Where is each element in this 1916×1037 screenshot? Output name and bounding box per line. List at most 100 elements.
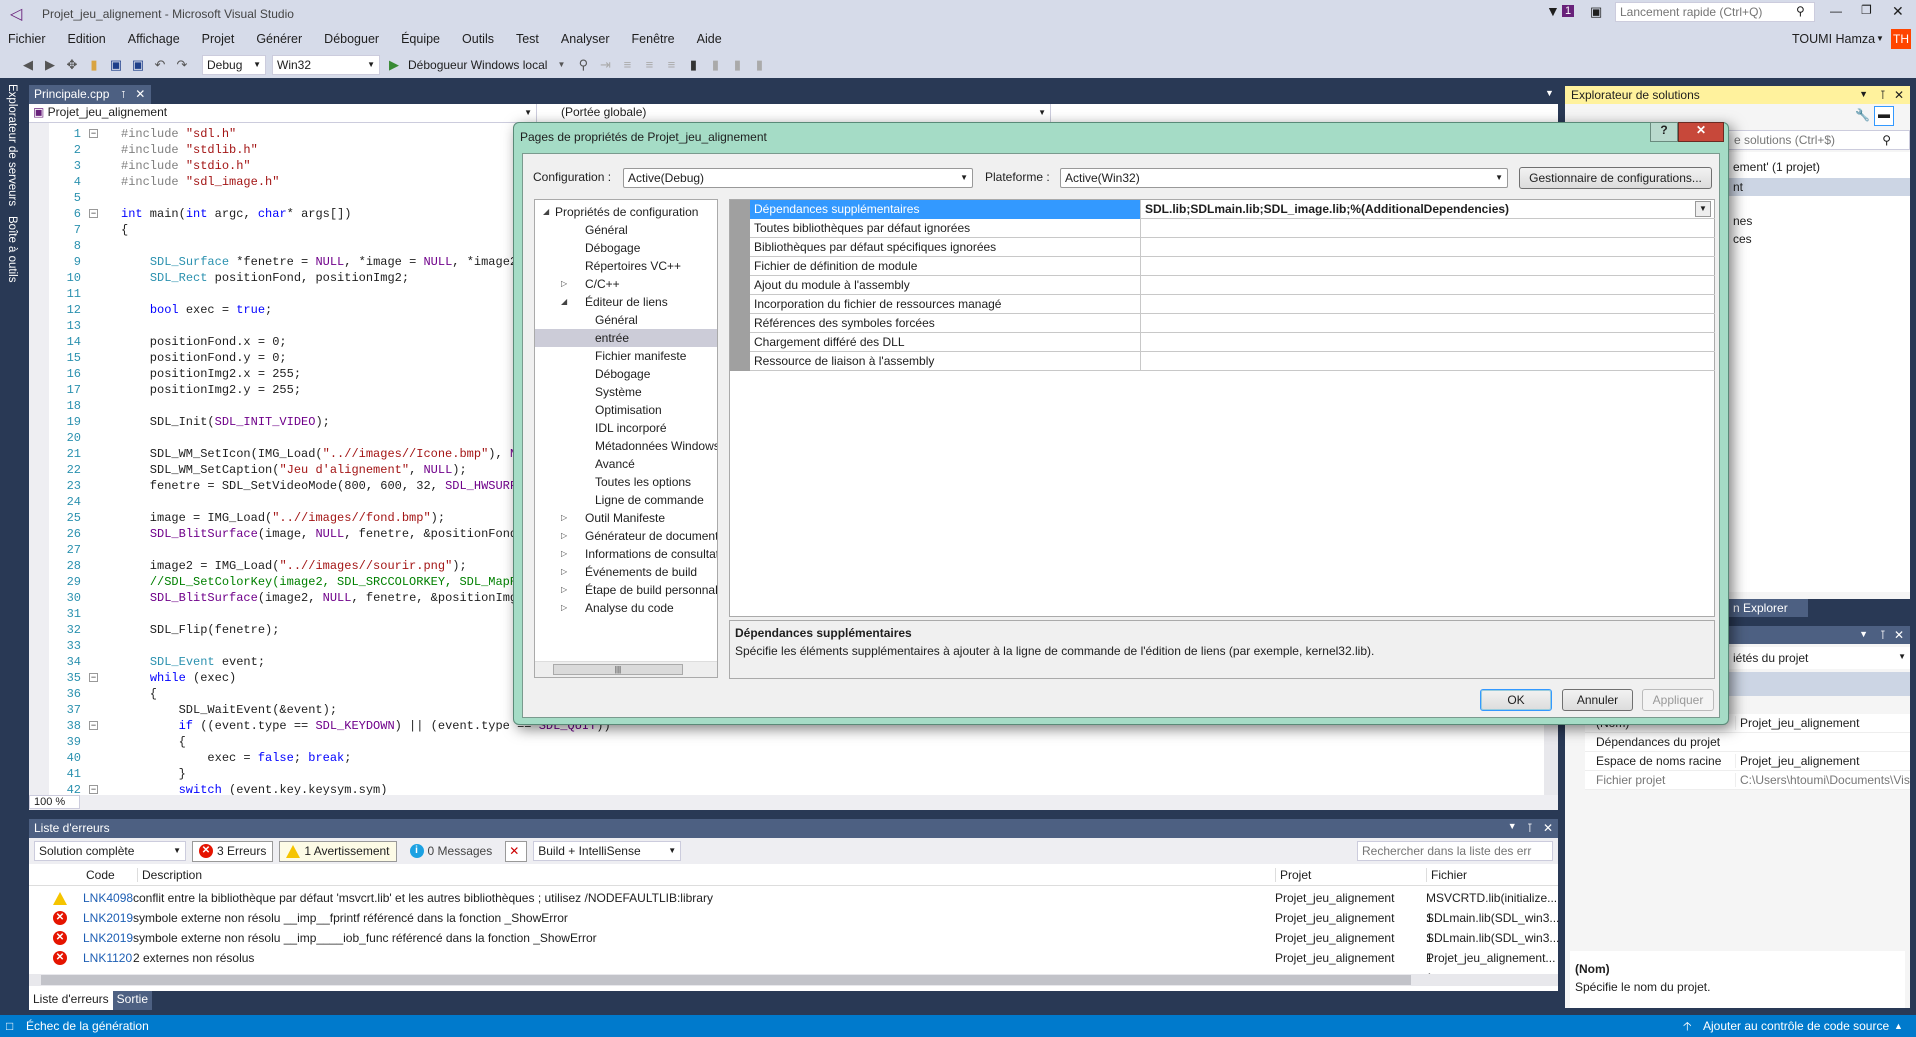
notification-filter-icon[interactable]: ▼ — [1546, 3, 1560, 19]
property-grid-row[interactable]: Dépendances supplémentaires SDL.lib;SDLma… — [750, 200, 1715, 219]
feedback-icon[interactable]: ▣ — [1590, 4, 1602, 20]
pin-icon[interactable]: ⊺ — [1527, 821, 1533, 835]
property-grid-row[interactable]: Références des symboles forcées — [750, 314, 1715, 333]
menu-edition[interactable]: Edition — [68, 32, 106, 46]
save-all-icon[interactable]: ▣ — [130, 57, 146, 73]
tree-item[interactable]: Optimisation — [535, 401, 717, 419]
menu-fichier[interactable]: Fichier — [8, 32, 46, 46]
avatar[interactable]: TH — [1891, 29, 1911, 49]
menu-fenetre[interactable]: Fenêtre — [632, 32, 675, 46]
property-grid-row[interactable]: Bibliothèques par défaut spécifiques ign… — [750, 238, 1715, 257]
minimize-button[interactable]: — — [1830, 4, 1842, 18]
menu-generer[interactable]: Générer — [256, 32, 302, 46]
collapse-icon[interactable]: − — [89, 209, 98, 218]
pin-icon[interactable]: ⊺ — [1880, 88, 1886, 102]
property-grid-row[interactable]: Chargement différé des DLL — [750, 333, 1715, 352]
new-project-icon[interactable]: ✥ — [64, 57, 80, 73]
tree-item[interactable]: Métadonnées Windows — [535, 437, 717, 455]
error-row[interactable]: LNK4098 conflit entre la bibliothèque par… — [29, 888, 1558, 925]
step-icon[interactable]: ⇥ — [597, 57, 613, 73]
error-row[interactable]: ✕ LNK2019 symbole externe non résolu __imp… — [29, 908, 1559, 945]
chevron-up-icon[interactable]: ▲ — [1894, 1015, 1903, 1037]
menu-test[interactable]: Test — [516, 32, 539, 46]
tree-item[interactable]: ement' (1 projet) — [1733, 160, 1820, 174]
error-search-input[interactable] — [1357, 841, 1553, 861]
tab-overflow-icon[interactable]: ▼ — [1545, 88, 1554, 98]
config-select[interactable]: Debug ▼ — [202, 54, 266, 75]
tab-solution-explorer[interactable]: n Explorer — [1718, 599, 1808, 617]
messages-filter-button[interactable]: i0 Messages — [403, 841, 500, 862]
errors-filter-button[interactable]: ✕ 3 Erreurs — [192, 840, 274, 862]
tree-item[interactable]: ▷ Analyse du code — [535, 599, 717, 617]
collapsed-arrow-icon[interactable]: ▷ — [561, 581, 567, 599]
apply-button[interactable]: Appliquer — [1642, 689, 1714, 711]
undo-icon[interactable]: ↶ — [152, 57, 168, 73]
menu-outils[interactable]: Outils — [462, 32, 494, 46]
dropdown-icon[interactable]: ▼ — [1859, 629, 1868, 639]
dropdown-icon[interactable]: ▼ — [1508, 821, 1517, 831]
error-code-link[interactable]: LNK2019 — [83, 928, 133, 948]
property-row[interactable]: Espace de noms racine Projet_jeu_aligneme… — [1585, 752, 1910, 771]
menu-deboguer[interactable]: Déboguer — [324, 32, 379, 46]
open-icon[interactable]: ▮ — [86, 57, 102, 73]
menu-analyser[interactable]: Analyser — [561, 32, 610, 46]
collapse-icon[interactable]: − — [89, 721, 98, 730]
cancel-button[interactable]: Annuler — [1562, 689, 1633, 711]
forward-icon[interactable]: ▶ — [42, 57, 58, 73]
start-debugger-button[interactable]: Débogueur Windows local — [408, 58, 547, 72]
source-select[interactable]: Build + IntelliSense ▼ — [533, 841, 682, 861]
property-grid-row[interactable]: Incorporation du fichier de ressources m… — [750, 295, 1715, 314]
tab-principale-cpp[interactable]: Principale.cpp ⊺ ✕ — [29, 85, 151, 104]
help-button[interactable]: ? — [1650, 122, 1678, 142]
prev-bookmark-icon[interactable]: ▮ — [707, 57, 723, 73]
tree-item[interactable]: Général — [535, 221, 717, 239]
tab-error-list[interactable]: Liste d'erreurs — [29, 991, 113, 1010]
collapsed-arrow-icon[interactable]: ▷ — [561, 275, 567, 293]
dropdown-icon[interactable]: ▼ — [1859, 89, 1868, 99]
tree-item[interactable]: IDL incorporé — [535, 419, 717, 437]
tree-item[interactable]: Ligne de commande — [535, 491, 717, 509]
tree-item[interactable]: Débogage — [535, 365, 717, 383]
source-control-button[interactable]: Ajouter au contrôle de code source — [1703, 1015, 1889, 1037]
tree-item[interactable]: ◢ Propriétés de configuration — [535, 203, 717, 221]
restore-button[interactable]: ❐ — [1861, 3, 1872, 17]
property-grid-row[interactable]: Ressource de liaison à l'assembly — [750, 352, 1715, 371]
notification-badge[interactable]: 1 — [1562, 5, 1575, 17]
configuration-select[interactable]: Active(Debug) ▼ — [623, 168, 973, 188]
ok-button[interactable]: OK — [1480, 689, 1552, 711]
indent-icon[interactable]: ≡ — [619, 57, 635, 73]
expanded-arrow-icon[interactable]: ◢ — [561, 293, 567, 311]
back-icon[interactable]: ◀ — [20, 57, 36, 73]
column-file[interactable]: Fichier — [1426, 868, 1467, 882]
tree-item[interactable]: ▷Informations de consultation — [535, 545, 717, 563]
tree-item[interactable]: ▷Générateur de document XML — [535, 527, 717, 545]
column-description[interactable]: Description — [137, 868, 202, 882]
close-icon[interactable]: ✕ — [1543, 821, 1553, 835]
collapsed-arrow-icon[interactable]: ▷ — [561, 527, 567, 545]
zoom-level-select[interactable]: 100 % — [29, 795, 81, 809]
tree-item[interactable]: ◢ Éditeur de liens — [535, 293, 717, 311]
configuration-manager-button[interactable]: Gestionnaire de configurations... — [1519, 167, 1712, 189]
close-icon[interactable]: ✕ — [1894, 88, 1904, 102]
tree-item[interactable]: Débogage — [535, 239, 717, 257]
tree-item[interactable]: Fichier manifeste — [535, 347, 717, 365]
project-nav-select[interactable]: ▣ Projet_jeu_alignement ▼ — [29, 104, 537, 122]
properties-wrench-icon[interactable]: 🔧 — [1855, 108, 1870, 122]
error-row[interactable]: ✕ LNK2019 symbole externe non résolu __imp… — [29, 928, 1559, 965]
server-explorer-tab[interactable]: Explorateur de serveurs — [6, 84, 18, 206]
collapse-icon[interactable]: − — [89, 673, 98, 682]
tree-item[interactable]: ▷ Événements de build — [535, 563, 717, 581]
menu-aide[interactable]: Aide — [697, 32, 722, 46]
redo-icon[interactable]: ↷ — [174, 57, 190, 73]
toolbox-tab[interactable]: Boîte à outils — [6, 216, 18, 282]
clear-filter-button[interactable]: ✕ — [505, 840, 528, 862]
tree-item[interactable]: nes — [1733, 214, 1752, 228]
collapsed-arrow-icon[interactable]: ▷ — [561, 599, 567, 617]
tree-item[interactable]: entrée — [535, 329, 717, 347]
play-icon[interactable]: ▶ — [386, 57, 402, 73]
bookmark-icon[interactable]: ▮ — [685, 57, 701, 73]
tree-item[interactable]: ▷Étape de build personnalisée — [535, 581, 717, 599]
collapsed-arrow-icon[interactable]: ▷ — [561, 563, 567, 581]
tree-item[interactable]: Système — [535, 383, 717, 401]
menu-projet[interactable]: Projet — [202, 32, 235, 46]
